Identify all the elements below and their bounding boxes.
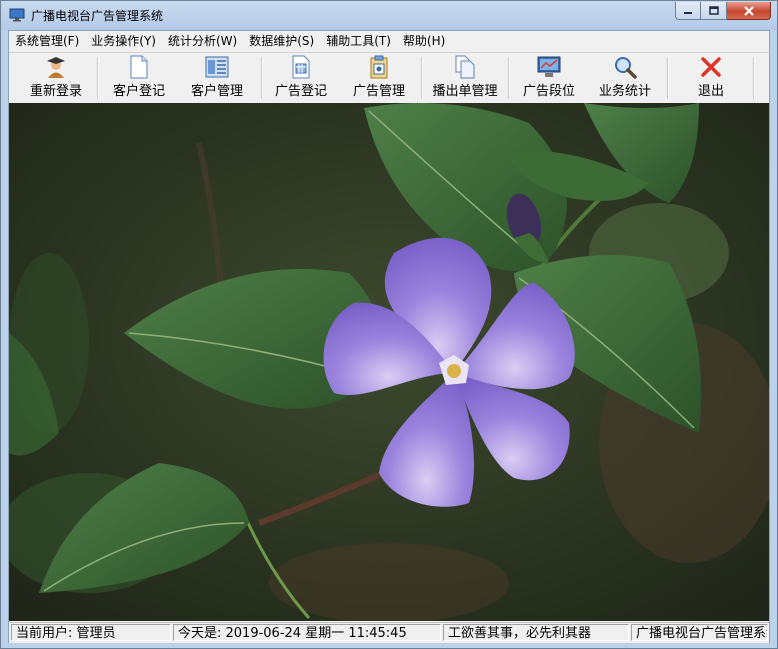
status-bar: 当前用户: 管理员 今天是: 2019-06-24 星期一 11:45:45 工… — [9, 622, 769, 643]
card-list-icon — [205, 56, 229, 78]
app-monitor-icon — [9, 8, 25, 22]
ad-slot-button[interactable]: 广告段位 — [517, 55, 581, 101]
menu-bar: 系统管理(F) 业务操作(Y) 统计分析(W) 数据维护(S) 辅助工具(T) … — [9, 31, 769, 51]
menu-system[interactable]: 系统管理(F) — [9, 31, 85, 51]
app-window: 广播电视台广告管理系统 系统管理(F) 业务操作(Y) 统计分析(W) 数据维护… — [0, 0, 778, 649]
status-app-name: 广播电视台广告管理系统 — [631, 624, 768, 641]
menu-data-maintenance[interactable]: 数据维护(S) — [243, 31, 320, 51]
red-x-icon — [701, 57, 721, 77]
business-stats-button[interactable]: 业务统计 — [593, 55, 657, 101]
maximize-icon — [708, 5, 719, 15]
relogin-button[interactable]: 重新登录 — [24, 55, 88, 101]
exit-button[interactable]: 退出 — [679, 55, 743, 101]
graduate-user-icon — [47, 57, 65, 78]
minimize-icon — [684, 11, 692, 14]
magnifier-icon — [615, 57, 637, 79]
ad-register-button[interactable]: 广告登记 — [269, 55, 333, 101]
status-motto: 工欲善其事，必先利其器 — [443, 624, 629, 641]
ad-manage-button[interactable]: 广告管理 — [347, 55, 411, 101]
customer-manage-button[interactable]: 客户管理 — [185, 55, 249, 101]
toolbar: 重新登录 客户登记 客户管理 广告登记 广告管理 播出单管理 广告段位 业务统计… — [9, 52, 769, 104]
status-current-user: 当前用户: 管理员 — [11, 624, 171, 641]
monitor-icon — [537, 56, 561, 77]
menu-business[interactable]: 业务操作(Y) — [85, 31, 162, 51]
copy-documents-icon — [455, 55, 475, 79]
title-bar[interactable]: 广播电视台广告管理系统 — [1, 1, 777, 30]
maximize-button[interactable] — [701, 2, 727, 20]
periwinkle-flower-image — [9, 103, 769, 621]
playlist-manage-button[interactable]: 播出单管理 — [427, 55, 503, 101]
close-icon — [743, 5, 754, 16]
close-button[interactable] — [727, 2, 771, 20]
background-flower-photo — [9, 103, 769, 621]
calendar-document-icon — [292, 55, 310, 79]
minimize-button[interactable] — [675, 2, 701, 20]
status-date-time: 今天是: 2019-06-24 星期一 11:45:45 — [173, 624, 441, 641]
menu-statistics[interactable]: 统计分析(W) — [162, 31, 243, 51]
blank-document-icon — [130, 55, 148, 79]
customer-register-button[interactable]: 客户登记 — [107, 55, 171, 101]
client-area: 系统管理(F) 业务操作(Y) 统计分析(W) 数据维护(S) 辅助工具(T) … — [8, 30, 770, 643]
menu-help[interactable]: 帮助(H) — [397, 31, 451, 51]
menu-tools[interactable]: 辅助工具(T) — [320, 31, 397, 51]
window-title: 广播电视台广告管理系统 — [31, 9, 164, 23]
clipboard-icon — [370, 55, 388, 79]
